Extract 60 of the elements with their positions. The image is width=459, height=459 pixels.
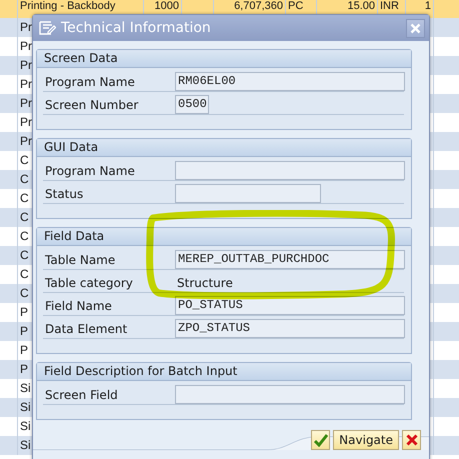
input-field[interactable]: MEREP_OUTTAB_PURCHDOC (175, 250, 405, 269)
checkmark-icon (314, 434, 328, 446)
table-cell: Pr (20, 58, 32, 72)
table-cell: C (20, 229, 29, 243)
group-title: Screen Data (37, 50, 411, 68)
table-cell: P (20, 324, 28, 338)
table-cell: Si (20, 381, 31, 395)
table-cell: 1000 (154, 0, 179, 12)
table-cell: Pr (20, 134, 32, 148)
table-cell: C (20, 191, 29, 205)
cancel-button[interactable] (402, 430, 421, 450)
field-label: Table Name (44, 252, 116, 266)
close-icon (410, 22, 421, 34)
table-cell: C (20, 267, 29, 281)
group-title: Field Description for Batch Input (37, 363, 411, 381)
table-cell: C (20, 172, 29, 186)
close-button[interactable] (406, 18, 425, 38)
table-cell: Printing - Backbody (20, 0, 116, 12)
table-cell: C (20, 153, 29, 167)
window-icon (39, 21, 56, 35)
field-label: Program Name (44, 74, 136, 88)
table-cell: Pr (20, 115, 32, 129)
table-cell: P (20, 343, 28, 357)
field-label: Screen Number (44, 98, 140, 112)
field-label: Screen Field (44, 388, 119, 402)
input-field[interactable] (175, 184, 321, 203)
group-title: Field Data (37, 228, 411, 246)
window-title: Technical Information (61, 20, 212, 36)
table-cell: Si (20, 419, 31, 433)
table-cell: INR (380, 0, 399, 12)
table-cell: C (20, 248, 29, 262)
field-label: Table category (44, 276, 134, 290)
table-cell: 6,707,360 (234, 0, 283, 12)
input-field[interactable]: RM06EL00 (175, 72, 405, 91)
field-value: Structure (176, 276, 234, 290)
table-cell: 1 (424, 0, 431, 12)
table-cell: Pr (20, 77, 32, 91)
navigate-button[interactable]: Navigate (333, 430, 399, 450)
table-cell: C (20, 286, 29, 300)
field-label: Data Element (44, 322, 128, 336)
input-field[interactable] (175, 161, 405, 180)
table-cell: Si (20, 400, 31, 414)
input-field[interactable]: ZPO_STATUS (175, 319, 405, 338)
input-field[interactable]: 0500 (175, 95, 209, 114)
cross-icon (406, 434, 418, 446)
table-cell: PC (288, 0, 304, 12)
table-cell: Si (20, 438, 31, 452)
field-label: Status (44, 186, 84, 200)
field-label: Program Name (44, 164, 136, 178)
table-cell: C (20, 210, 29, 224)
table-cell: P (20, 362, 28, 376)
table-cell: 15.00 (347, 0, 375, 12)
group-title: GUI Data (37, 139, 411, 157)
field-label: Field Name (44, 298, 113, 312)
table-cell: Pr (20, 96, 32, 110)
table-cell: Pr (20, 20, 32, 34)
confirm-button[interactable] (311, 430, 330, 450)
input-field[interactable] (175, 385, 405, 404)
table-cell: P (20, 305, 28, 319)
table-cell: Pr (20, 39, 32, 53)
